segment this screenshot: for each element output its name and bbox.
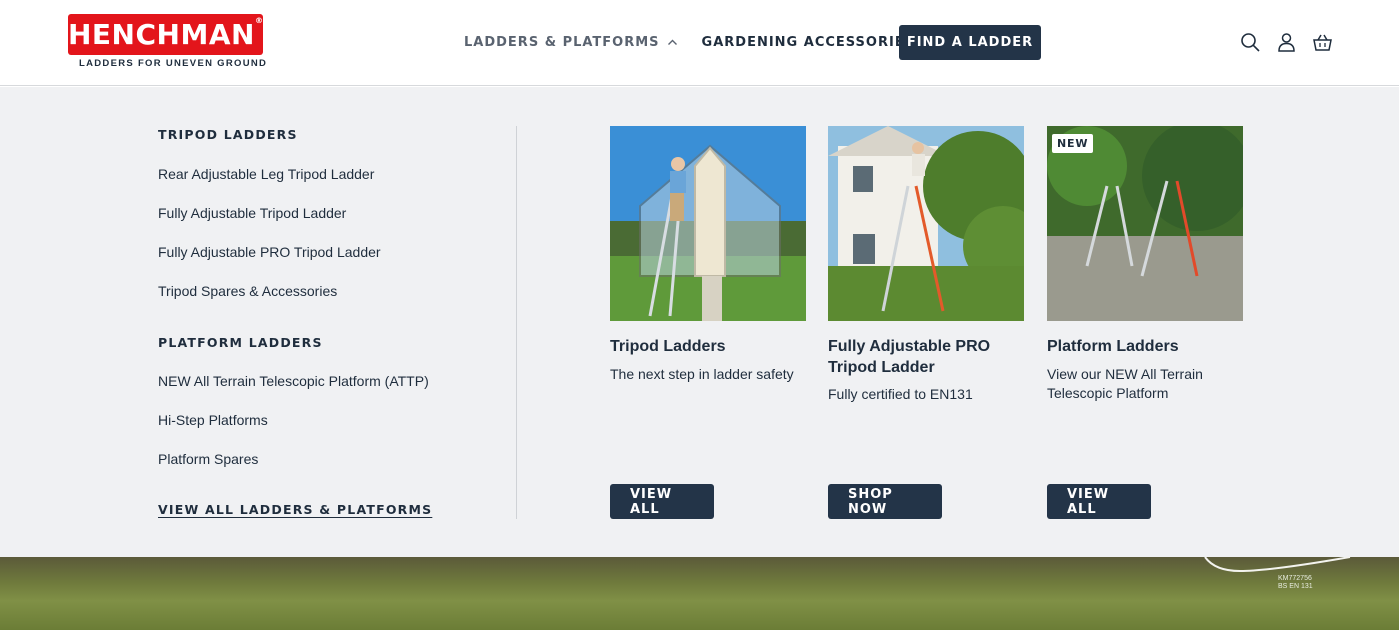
cert-line: KM772756 bbox=[1278, 575, 1312, 582]
menu-links-column: TRIPOD LADDERS Rear Adjustable Leg Tripo… bbox=[158, 87, 516, 557]
tripod-ladders-image[interactable] bbox=[610, 126, 806, 321]
promo-card-platform-ladders: NEW Platform Ladders View our NEW All Te… bbox=[1047, 126, 1243, 519]
card-description: The next step in ladder safety bbox=[610, 366, 794, 382]
view-all-ladders-platforms-link[interactable]: VIEW ALL LADDERS & PLATFORMS bbox=[158, 502, 432, 517]
ladders-mega-menu: TRIPOD LADDERS Rear Adjustable Leg Tripo… bbox=[0, 87, 1399, 557]
nav-ladders-platforms[interactable]: LADDERS & PLATFORMS bbox=[464, 35, 678, 50]
chevron-up-icon bbox=[667, 37, 678, 48]
link-rear-adjustable-leg-tripod[interactable]: Rear Adjustable Leg Tripod Ladder bbox=[158, 166, 374, 182]
certification-mark: KM772756 BS EN 131 bbox=[1278, 575, 1313, 591]
link-tripod-spares-accessories[interactable]: Tripod Spares & Accessories bbox=[158, 283, 337, 299]
logo-tagline: LADDERS FOR UNEVEN GROUND bbox=[79, 58, 268, 69]
section-title-platform-ladders: PLATFORM LADDERS bbox=[158, 335, 323, 350]
henchman-logo[interactable]: HENCHMAN® LADDERS FOR UNEVEN GROUND bbox=[68, 14, 268, 70]
pro-tripod-image[interactable] bbox=[828, 126, 1024, 321]
view-all-tripod-button[interactable]: VIEW ALL bbox=[610, 484, 714, 519]
platform-ladders-image[interactable]: NEW bbox=[1047, 126, 1243, 321]
link-fully-adjustable-pro-tripod[interactable]: Fully Adjustable PRO Tripod Ladder bbox=[158, 244, 381, 260]
cert-line: BS EN 131 bbox=[1278, 583, 1313, 590]
card-title[interactable]: Fully Adjustable PRO Tripod Ladder bbox=[828, 336, 1024, 378]
link-hi-step-platforms[interactable]: Hi-Step Platforms bbox=[158, 412, 268, 428]
promo-card-pro-tripod: Fully Adjustable PRO Tripod Ladder Fully… bbox=[828, 126, 1024, 519]
card-description: View our NEW All Terrain Telescopic Plat… bbox=[1047, 366, 1203, 401]
link-fully-adjustable-tripod[interactable]: Fully Adjustable Tripod Ladder bbox=[158, 205, 346, 221]
new-badge: NEW bbox=[1052, 134, 1094, 153]
basket-icon[interactable] bbox=[1312, 32, 1333, 53]
card-description: Fully certified to EN131 bbox=[828, 386, 973, 402]
promo-card-tripod-ladders: Tripod Ladders The next step in ladder s… bbox=[610, 126, 806, 519]
logo-registered-mark: ® bbox=[254, 16, 264, 25]
find-a-ladder-button[interactable]: FIND A LADDER bbox=[899, 25, 1041, 60]
account-icon[interactable] bbox=[1276, 32, 1297, 53]
shop-now-button[interactable]: SHOP NOW bbox=[828, 484, 942, 519]
site-header: HENCHMAN® LADDERS FOR UNEVEN GROUND LADD… bbox=[0, 0, 1399, 86]
logo-wordmark: HENCHMAN bbox=[68, 18, 255, 51]
menu-divider bbox=[516, 126, 517, 519]
nav-ladders-platforms-label: LADDERS & PLATFORMS bbox=[464, 34, 660, 50]
section-title-tripod-ladders: TRIPOD LADDERS bbox=[158, 127, 298, 142]
search-icon[interactable] bbox=[1240, 32, 1261, 53]
view-all-platform-button[interactable]: VIEW ALL bbox=[1047, 484, 1151, 519]
hero-background: KM772756 BS EN 131 bbox=[0, 557, 1399, 630]
logo-badge: HENCHMAN® bbox=[68, 14, 263, 55]
link-all-terrain-telescopic-platform[interactable]: NEW All Terrain Telescopic Platform (ATT… bbox=[158, 373, 429, 389]
main-nav: LADDERS & PLATFORMS GARDENING ACCESSORIE… bbox=[464, 25, 933, 59]
link-platform-spares[interactable]: Platform Spares bbox=[158, 451, 258, 467]
card-title[interactable]: Platform Ladders bbox=[1047, 336, 1243, 357]
header-icons bbox=[1240, 32, 1333, 53]
nav-gardening-accessories-label: GARDENING ACCESSORIES bbox=[701, 34, 916, 50]
card-title[interactable]: Tripod Ladders bbox=[610, 336, 806, 357]
